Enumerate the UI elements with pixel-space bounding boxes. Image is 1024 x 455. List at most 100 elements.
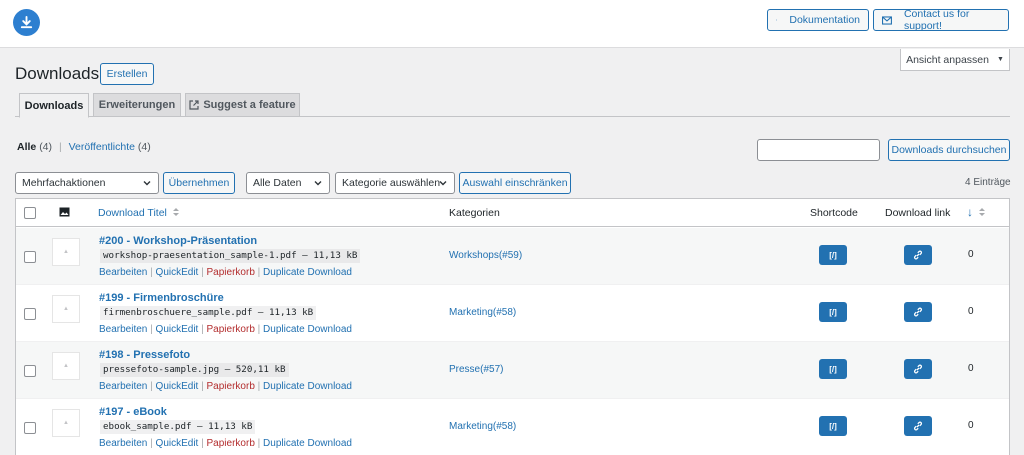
action-separator: | xyxy=(150,438,153,449)
download-title-link[interactable]: #200 - Workshop-Präsentation xyxy=(99,235,257,247)
shortcode-icon: [/] xyxy=(829,364,837,374)
link-icon xyxy=(913,421,923,431)
date-filter-select[interactable]: Alle Daten xyxy=(246,172,330,194)
category-link[interactable]: Workshops(#59) xyxy=(449,250,522,261)
edit-link[interactable]: Bearbeiten xyxy=(99,438,147,449)
bulk-action-value: Mehrfachaktionen xyxy=(22,177,106,189)
trash-link[interactable]: Papierkorb xyxy=(207,438,255,449)
download-link-copy-button[interactable] xyxy=(904,302,932,322)
search-button[interactable]: Downloads durchsuchen xyxy=(888,139,1010,161)
apply-button[interactable]: Übernehmen xyxy=(163,172,235,194)
table-row: ▲ #198 - Pressefoto pressefoto-sample.jp… xyxy=(16,342,1009,399)
chevron-down-icon xyxy=(143,181,151,186)
action-separator: | xyxy=(257,381,261,392)
tab-extensions[interactable]: Erweiterungen xyxy=(93,93,181,117)
file-thumbnail: ▲ xyxy=(52,409,80,437)
action-separator: | xyxy=(201,381,204,392)
create-button[interactable]: Erstellen xyxy=(100,63,154,85)
shortcode-copy-button[interactable]: [/] xyxy=(819,416,847,436)
row-checkbox[interactable] xyxy=(24,251,36,263)
download-count: 0 xyxy=(968,306,974,317)
duplicate-link[interactable]: Duplicate Download xyxy=(263,267,352,278)
download-logo-icon xyxy=(13,9,40,36)
sort-icon xyxy=(979,208,986,216)
screen-options-label: Ansicht anpassen xyxy=(906,53,989,66)
column-categories: Kategorien xyxy=(449,207,500,219)
shortcode-copy-button[interactable]: [/] xyxy=(819,245,847,265)
action-separator: | xyxy=(201,324,204,335)
download-link-copy-button[interactable] xyxy=(904,359,932,379)
row-actions: Bearbeiten | QuickEdit | Papierkorb | Du… xyxy=(99,267,352,278)
row-checkbox[interactable] xyxy=(24,308,36,320)
file-thumbnail: ▲ xyxy=(52,295,80,323)
trash-link[interactable]: Papierkorb xyxy=(207,324,255,335)
file-thumbnail: ▲ xyxy=(52,238,80,266)
download-title-link[interactable]: #199 - Firmenbroschüre xyxy=(99,292,224,304)
contact-support-button[interactable]: Contact us for support! xyxy=(873,8,1009,32)
documentation-label: Dokumentation xyxy=(789,14,860,26)
edit-link[interactable]: Bearbeiten xyxy=(99,267,147,278)
quickedit-link[interactable]: QuickEdit xyxy=(156,438,199,449)
screen-options-toggle[interactable]: Ansicht anpassen ▼ xyxy=(900,49,1010,71)
action-separator: | xyxy=(257,267,261,278)
row-actions: Bearbeiten | QuickEdit | Papierkorb | Du… xyxy=(99,381,352,392)
filter-all[interactable]: Alle xyxy=(17,141,36,153)
download-link-copy-button[interactable] xyxy=(904,245,932,265)
duplicate-link[interactable]: Duplicate Download xyxy=(263,324,352,335)
download-link-copy-button[interactable] xyxy=(904,416,932,436)
external-link-icon xyxy=(776,19,778,21)
action-separator: | xyxy=(150,267,153,278)
column-title[interactable]: Download Titel xyxy=(98,207,180,219)
tab-downloads[interactable]: Downloads xyxy=(19,93,89,118)
tab-suggest-feature[interactable]: Suggest a feature xyxy=(185,93,300,117)
category-link[interactable]: Marketing(#58) xyxy=(449,307,516,318)
category-link[interactable]: Marketing(#58) xyxy=(449,421,516,432)
category-link[interactable]: Presse(#57) xyxy=(449,364,503,375)
action-separator: | xyxy=(150,324,153,335)
duplicate-link[interactable]: Duplicate Download xyxy=(263,381,352,392)
search-input[interactable] xyxy=(757,139,880,161)
download-title-link[interactable]: #198 - Pressefoto xyxy=(99,349,190,361)
shortcode-icon: [/] xyxy=(829,421,837,431)
column-title-label: Download Titel xyxy=(98,207,167,219)
category-filter-select[interactable]: Kategorie auswählen xyxy=(335,172,455,194)
action-separator: | xyxy=(257,324,261,335)
quickedit-link[interactable]: QuickEdit xyxy=(156,324,199,335)
select-all-checkbox[interactable] xyxy=(24,207,36,219)
tab-bar: Downloads Erweiterungen Suggest a featur… xyxy=(15,93,1010,118)
filter-separator: | xyxy=(58,141,62,153)
download-count: 0 xyxy=(968,420,974,431)
action-separator: | xyxy=(201,438,204,449)
sort-down-arrow-icon: ↓ xyxy=(967,205,973,219)
row-actions: Bearbeiten | QuickEdit | Papierkorb | Du… xyxy=(99,438,352,449)
file-info: firmenbroschuere_sample.pdf – 11,13 kB xyxy=(100,306,317,320)
status-filter: Alle (4) | Veröffentlichte (4) xyxy=(17,141,151,153)
shortcode-copy-button[interactable]: [/] xyxy=(819,302,847,322)
duplicate-link[interactable]: Duplicate Download xyxy=(263,438,352,449)
edit-link[interactable]: Bearbeiten xyxy=(99,324,147,335)
table-row: ▲ #199 - Firmenbroschüre firmenbroschuer… xyxy=(16,285,1009,342)
row-checkbox[interactable] xyxy=(24,422,36,434)
quickedit-link[interactable]: QuickEdit xyxy=(156,267,199,278)
filter-button[interactable]: Auswahl einschränken xyxy=(459,172,571,194)
filter-published[interactable]: Veröffentlichte xyxy=(69,141,135,153)
documentation-button[interactable]: Dokumentation xyxy=(767,9,869,31)
tab-label: Suggest a feature xyxy=(203,99,296,111)
download-title-link[interactable]: #197 - eBook xyxy=(99,406,167,418)
shortcode-copy-button[interactable]: [/] xyxy=(819,359,847,379)
shortcode-icon: [/] xyxy=(829,307,837,317)
quickedit-link[interactable]: QuickEdit xyxy=(156,381,199,392)
trash-link[interactable]: Papierkorb xyxy=(207,267,255,278)
table-row: ▲ #200 - Workshop-Präsentation workshop-… xyxy=(16,228,1009,285)
row-checkbox[interactable] xyxy=(24,365,36,377)
column-download-link: Download link xyxy=(885,207,951,219)
action-separator: | xyxy=(201,267,204,278)
column-download-count[interactable]: ↓ xyxy=(967,205,986,219)
link-icon xyxy=(913,307,923,317)
file-info: pressefoto-sample.jpg – 520,11 kB xyxy=(100,363,289,377)
table-header: Download Titel Kategorien Shortcode Down… xyxy=(16,199,1009,227)
trash-link[interactable]: Papierkorb xyxy=(207,381,255,392)
bulk-action-select[interactable]: Mehrfachaktionen xyxy=(15,172,159,194)
edit-link[interactable]: Bearbeiten xyxy=(99,381,147,392)
page-title: Downloads xyxy=(15,64,100,83)
